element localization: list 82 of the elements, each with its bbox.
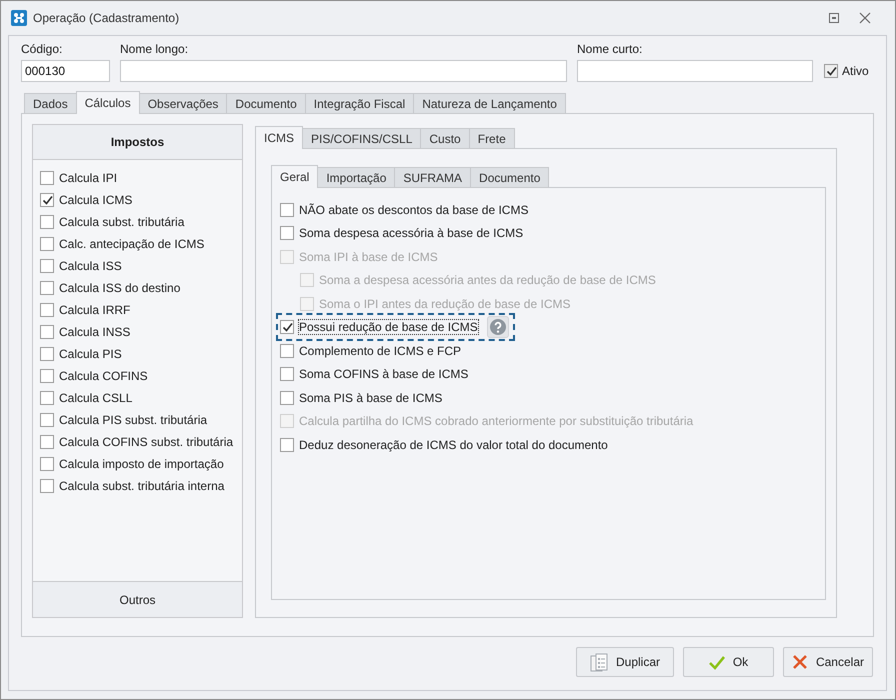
checkbox[interactable]	[40, 369, 54, 383]
tab[interactable]: Natureza de Lançamento	[413, 93, 566, 113]
checkbox[interactable]	[280, 367, 294, 382]
checkbox[interactable]	[40, 347, 54, 361]
checkbox-label[interactable]: Soma despesa acessória à base de ICMS	[299, 226, 524, 240]
restore-icon[interactable]	[829, 13, 839, 23]
checkbox-label[interactable]: Possui redução de base de ICMS	[299, 320, 478, 334]
app-icon	[11, 10, 27, 26]
copy-icon	[590, 652, 608, 672]
checkmark-icon	[708, 654, 725, 670]
checkbox-label[interactable]: Calcula COFINS subst. tributária	[59, 435, 234, 449]
checkbox-label[interactable]: NÃO abate os descontos da base de ICMS	[299, 202, 528, 217]
tab[interactable]: Observações	[138, 93, 228, 113]
checkbox[interactable]	[824, 64, 838, 78]
checkbox-label[interactable]: Calcula ISS	[59, 259, 122, 273]
tab[interactable]: Documento	[470, 167, 550, 187]
checkbox[interactable]	[40, 391, 54, 405]
panel-header: Impostos	[33, 125, 242, 160]
checkbox[interactable]	[280, 226, 294, 240]
tab[interactable]: Importação	[317, 167, 396, 187]
tab[interactable]: Dados	[24, 93, 77, 113]
checkbox-label[interactable]: Calcula PIS subst. tributária	[59, 413, 208, 427]
checkbox-label[interactable]: Calcula subst. tributária interna	[59, 479, 224, 493]
checkmark-icon	[826, 66, 836, 76]
close-icon	[792, 654, 808, 670]
close-icon[interactable]	[859, 12, 871, 24]
field-label: Código:	[21, 42, 64, 56]
tab[interactable]: Cálculos	[76, 91, 140, 114]
text-field[interactable]	[577, 60, 813, 82]
window-title: Operação (Cadastramento)	[33, 11, 180, 25]
tab[interactable]: Integração Fiscal	[304, 93, 414, 113]
field-label: Nome longo:	[120, 42, 190, 56]
tab[interactable]: PIS/COFINS/CSLL	[302, 128, 422, 148]
checkbox-label[interactable]: Complemento de ICMS e FCP	[299, 344, 462, 358]
checkbox-label[interactable]: Calcula subst. tributária	[59, 215, 184, 229]
checkbox-label[interactable]: Calc. antecipação de ICMS	[59, 237, 204, 251]
tab[interactable]: ICMS	[255, 126, 303, 149]
tab[interactable]: Frete	[468, 128, 515, 148]
tab[interactable]: Geral	[271, 165, 318, 188]
cancel-button[interactable]: Cancelar	[783, 647, 873, 677]
checkbox[interactable]	[40, 303, 54, 317]
checkbox[interactable]	[40, 457, 54, 471]
checkmark-icon	[282, 322, 292, 332]
duplicate-button[interactable]: Duplicar	[576, 647, 674, 677]
checkbox[interactable]	[40, 237, 54, 251]
checkbox[interactable]	[40, 215, 54, 229]
tab[interactable]: Documento	[226, 93, 306, 113]
panel-footer[interactable]: Outros	[33, 581, 242, 617]
checkbox-label[interactable]: Calcula IPI	[59, 171, 118, 185]
checkbox-label[interactable]: Soma PIS à base de ICMS	[299, 390, 442, 405]
help-icon[interactable]	[486, 316, 509, 338]
checkbox[interactable]	[280, 202, 294, 217]
checkbox[interactable]	[40, 479, 54, 493]
checkbox-label[interactable]: Calcula CSLL	[59, 391, 132, 405]
ok-button[interactable]: Ok	[683, 647, 774, 677]
checkbox-label[interactable]: Calcula ICMS	[59, 193, 132, 207]
checkbox[interactable]	[40, 413, 54, 427]
checkbox[interactable]	[280, 438, 294, 452]
tab[interactable]: Custo	[420, 128, 470, 148]
checkbox-label[interactable]: Calcula COFINS	[59, 369, 148, 383]
checkbox-label[interactable]: Ativo	[842, 64, 869, 78]
checkbox[interactable]	[280, 320, 294, 334]
checkbox-label[interactable]: Calcula IRRF	[59, 303, 130, 317]
checkbox[interactable]	[280, 344, 294, 358]
field-label: Nome curto:	[577, 42, 644, 56]
checkbox[interactable]	[40, 281, 54, 295]
tab[interactable]: SUFRAMA	[394, 167, 472, 187]
checkmark-icon	[42, 195, 52, 205]
checkbox[interactable]	[40, 193, 54, 207]
checkbox-label[interactable]: Calcula imposto de importação	[59, 457, 224, 471]
checkbox[interactable]	[40, 259, 54, 273]
checkbox[interactable]	[280, 390, 294, 405]
checkbox-label[interactable]: Deduz desoneração de ICMS do valor total do documento	[299, 438, 608, 452]
checkbox-label[interactable]: Soma COFINS à base de ICMS	[299, 367, 468, 382]
checkbox[interactable]	[40, 171, 54, 185]
text-field[interactable]	[120, 60, 567, 82]
checkbox-label[interactable]: Calcula ISS do destino	[59, 281, 180, 295]
checkbox-label[interactable]: Calcula PIS	[59, 347, 122, 361]
text-field[interactable]: 000130	[21, 60, 110, 82]
checkbox[interactable]	[40, 435, 54, 449]
checkbox[interactable]	[40, 325, 54, 339]
checkbox-label[interactable]: Calcula INSS	[59, 325, 130, 339]
